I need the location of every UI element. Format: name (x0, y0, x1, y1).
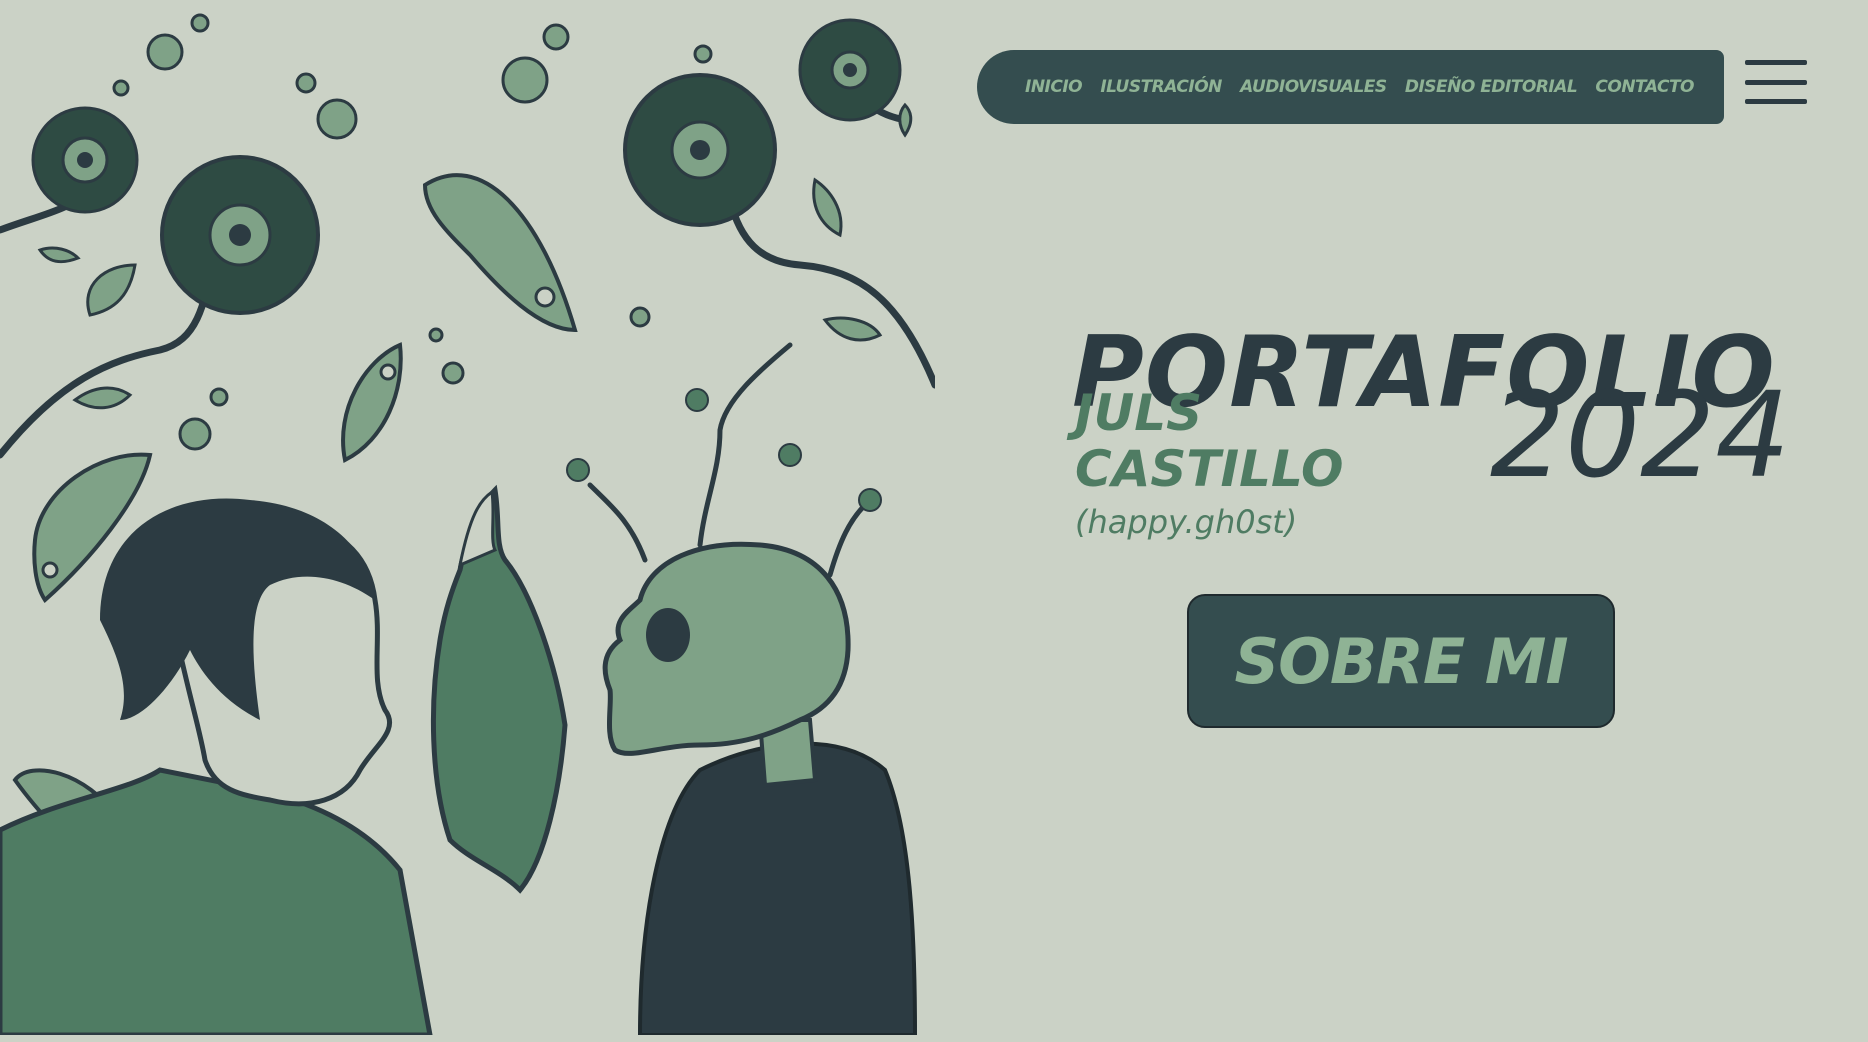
nav-item-contacto[interactable]: CONTACTO (1595, 77, 1694, 97)
author-first-name: JULS (1075, 384, 1203, 442)
hamburger-line (1745, 99, 1807, 104)
hamburger-line (1745, 79, 1807, 85)
about-me-button[interactable]: SOBRE MI (1187, 594, 1615, 728)
hero-illustration (0, 0, 935, 1035)
hamburger-line (1745, 60, 1807, 65)
portfolio-landing-page: INICIO ILUSTRACIÓN AUDIOVISUALES DISEÑO … (0, 0, 1868, 1042)
author-block: JULS CASTILLO (happy.gh0st) (1075, 388, 1344, 538)
nav-item-inicio[interactable]: INICIO (1025, 77, 1083, 97)
nav-item-diseno-editorial[interactable]: DISEÑO EDITORIAL (1405, 77, 1578, 97)
main-nav: INICIO ILUSTRACIÓN AUDIOVISUALES DISEÑO … (977, 50, 1724, 124)
nav-item-ilustracion[interactable]: ILUSTRACIÓN (1100, 77, 1222, 97)
portfolio-year: 2024 (1490, 366, 1791, 504)
nav-item-audiovisuales[interactable]: AUDIOVISUALES (1240, 77, 1387, 97)
author-handle: (happy.gh0st) (1075, 503, 1298, 541)
hamburger-menu-icon[interactable] (1745, 60, 1807, 104)
author-last-name: CASTILLO (1075, 440, 1344, 498)
